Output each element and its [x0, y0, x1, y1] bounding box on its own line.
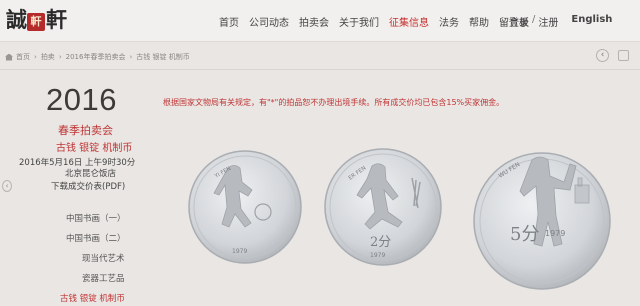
coin-year: 1979 — [232, 248, 247, 255]
coin-two-fen[interactable]: ER FEN 2分 1979 — [324, 148, 442, 266]
coin-denomination: 2分 — [370, 235, 391, 250]
coin-gallery: YI FEN 1979 ER FEN 2分 1979 WU FEN 5分 197… — [188, 148, 611, 290]
coin-year: 1979 — [370, 252, 385, 259]
coin-denomination: 5分 — [510, 224, 539, 245]
coin-year: 1979 — [545, 229, 565, 238]
coin-one-fen[interactable]: YI FEN 1979 — [188, 150, 302, 264]
coin-five-fen[interactable]: WU FEN 5分 1979 — [473, 152, 611, 290]
